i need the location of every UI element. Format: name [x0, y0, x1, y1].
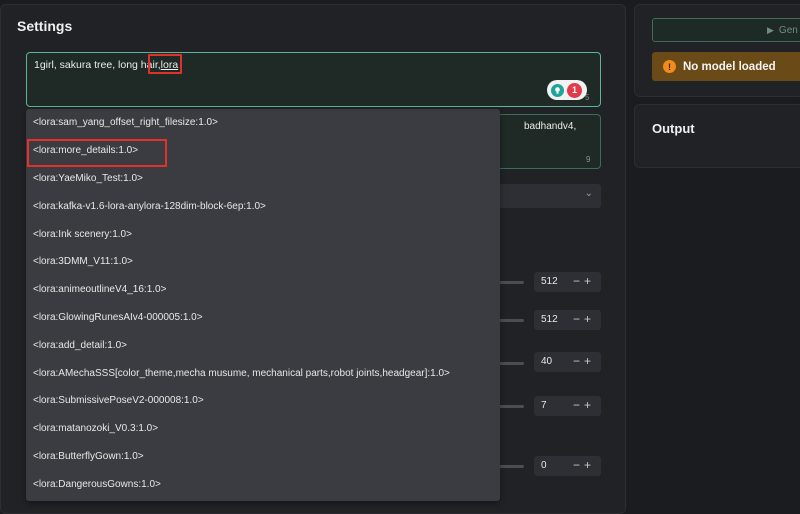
stepper-buttons[interactable]: −+ — [573, 398, 595, 412]
autocomplete-item[interactable]: <lora:3DMM_V11:1.0> — [26, 248, 500, 276]
play-icon: ▶ — [767, 24, 774, 35]
slider-track[interactable] — [496, 281, 524, 284]
sampler-select[interactable]: ⌄ — [496, 184, 601, 208]
autocomplete-item[interactable]: <lora:kafka-v1.6-lora-anylora-128dim-blo… — [26, 192, 500, 220]
generate-label: Gen — [778, 24, 798, 36]
lightbulb-icon — [551, 83, 564, 97]
stepper-buttons[interactable]: −+ — [573, 274, 595, 288]
autocomplete-item[interactable]: <lora:Ink scenery:1.0> — [26, 220, 500, 248]
autocomplete-dropdown[interactable]: <lora:sam_yang_offset_right_filesize:1.0… — [26, 109, 500, 501]
prompt-textarea[interactable]: 1girl, sakura tree, long hair,lora 5 — [26, 52, 601, 107]
highlight-current-word — [148, 54, 182, 74]
prompt-prefix: 1girl, sakura tree, long hair, — [34, 59, 161, 71]
number-value: 512 — [541, 314, 558, 325]
number-field[interactable]: 512 −+ — [534, 272, 601, 292]
chevron-down-icon: ⌄ — [584, 188, 593, 199]
autocomplete-item[interactable]: <lora:ButterflyGown:1.0> — [26, 443, 500, 471]
number-value: 40 — [541, 356, 553, 367]
autocomplete-item[interactable]: <lora:GlowingRunesAIv4-000005:1.0> — [26, 304, 500, 332]
autocomplete-item[interactable]: <lora:SubmissivePoseV2-000008:1.0> — [26, 387, 500, 415]
number-field[interactable]: 0 −+ — [534, 456, 601, 476]
stepper-buttons[interactable]: −+ — [573, 354, 595, 368]
slider-track[interactable] — [496, 405, 524, 408]
autocomplete-item[interactable]: <lora:matanozoki_V0.3:1.0> — [26, 415, 500, 443]
highlight-selected-item — [27, 139, 167, 167]
autocomplete-item[interactable]: <lora:animeoutlineV4_16:1.0> — [26, 276, 500, 304]
stepper-buttons[interactable]: −+ — [573, 312, 595, 326]
autocomplete-item[interactable]: <lora:YaeMiko_Test:1.0> — [26, 165, 500, 193]
number-value: 7 — [541, 400, 547, 411]
number-field[interactable]: 7 −+ — [534, 396, 601, 416]
no-model-warning: ! No model loaded — [652, 52, 800, 81]
negative-prompt-text: badhandv4, — [524, 121, 577, 132]
autocomplete-item[interactable]: <lora:AMechaSSS[color_theme,mecha musume… — [26, 359, 500, 387]
number-value: 0 — [541, 460, 547, 471]
number-field[interactable]: 40 −+ — [534, 352, 601, 372]
grammar-badge[interactable]: 1 — [547, 80, 587, 100]
settings-title: Settings — [17, 18, 73, 34]
autocomplete-item[interactable]: <lora:sam_yang_offset_right_filesize:1.0… — [26, 109, 500, 137]
output-panel — [634, 104, 800, 168]
autocomplete-item[interactable]: <lora:DangerousGowns:1.0> — [26, 470, 500, 498]
negative-char-count: 9 — [586, 155, 591, 164]
slider-track[interactable] — [496, 362, 524, 365]
issue-count-badge: 1 — [567, 82, 582, 98]
autocomplete-item[interactable]: <lora:add_detail:1.0> — [26, 331, 500, 359]
generate-button[interactable]: ▶ Gen — [652, 18, 800, 42]
number-field[interactable]: 512 −+ — [534, 310, 601, 330]
slider-track[interactable] — [496, 465, 524, 468]
number-value: 512 — [541, 276, 558, 287]
output-title: Output — [652, 121, 695, 136]
warning-icon: ! — [663, 60, 676, 73]
stepper-buttons[interactable]: −+ — [573, 458, 595, 472]
warning-text: No model loaded — [683, 60, 776, 73]
slider-track[interactable] — [496, 319, 524, 322]
